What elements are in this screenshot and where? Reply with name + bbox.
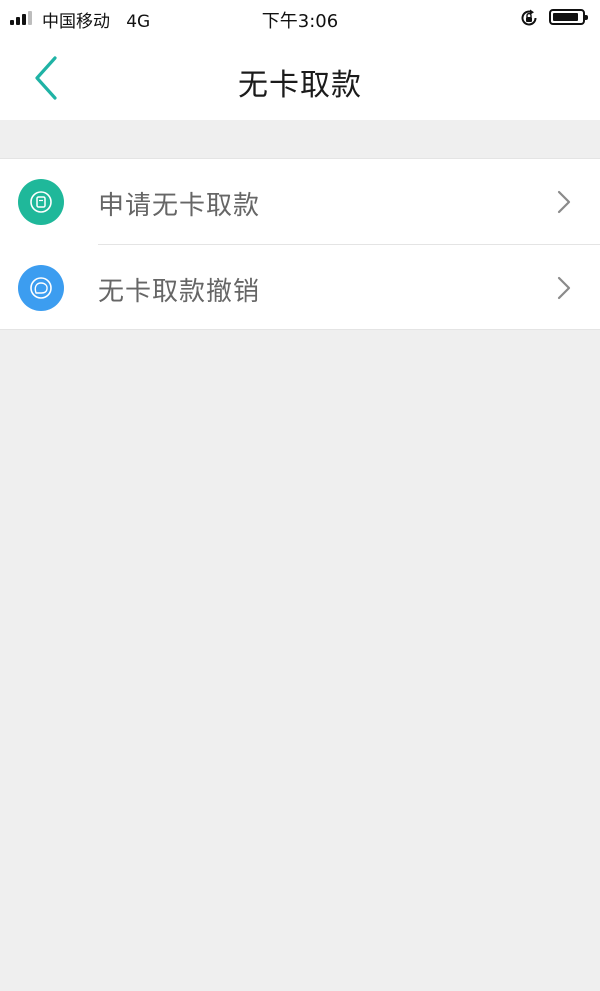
nav-bar: 无卡取款 bbox=[0, 36, 600, 120]
apply-cardless-withdrawal-item[interactable]: 申请无卡取款 bbox=[0, 159, 600, 245]
orientation-lock-icon bbox=[521, 9, 537, 26]
status-time: 下午3:06 bbox=[261, 11, 339, 32]
battery-fill bbox=[553, 13, 578, 21]
cancel-cardless-withdrawal-item[interactable]: 无卡取款撤销 bbox=[0, 245, 600, 330]
menu-list: 申请无卡取款 无卡取款撤销 bbox=[0, 158, 600, 330]
apply-card-icon bbox=[18, 179, 64, 225]
status-bar: 中国移动 4G 下午3:06 bbox=[0, 0, 600, 36]
chevron-right-icon bbox=[557, 276, 571, 300]
cancel-bubble-icon bbox=[18, 265, 64, 311]
chevron-right-icon bbox=[557, 190, 571, 214]
battery-icon bbox=[549, 9, 588, 25]
page-title: 无卡取款 bbox=[238, 68, 362, 103]
menu-item-label: 申请无卡取款 bbox=[98, 191, 261, 221]
menu-item-label: 无卡取款撤销 bbox=[98, 277, 261, 307]
